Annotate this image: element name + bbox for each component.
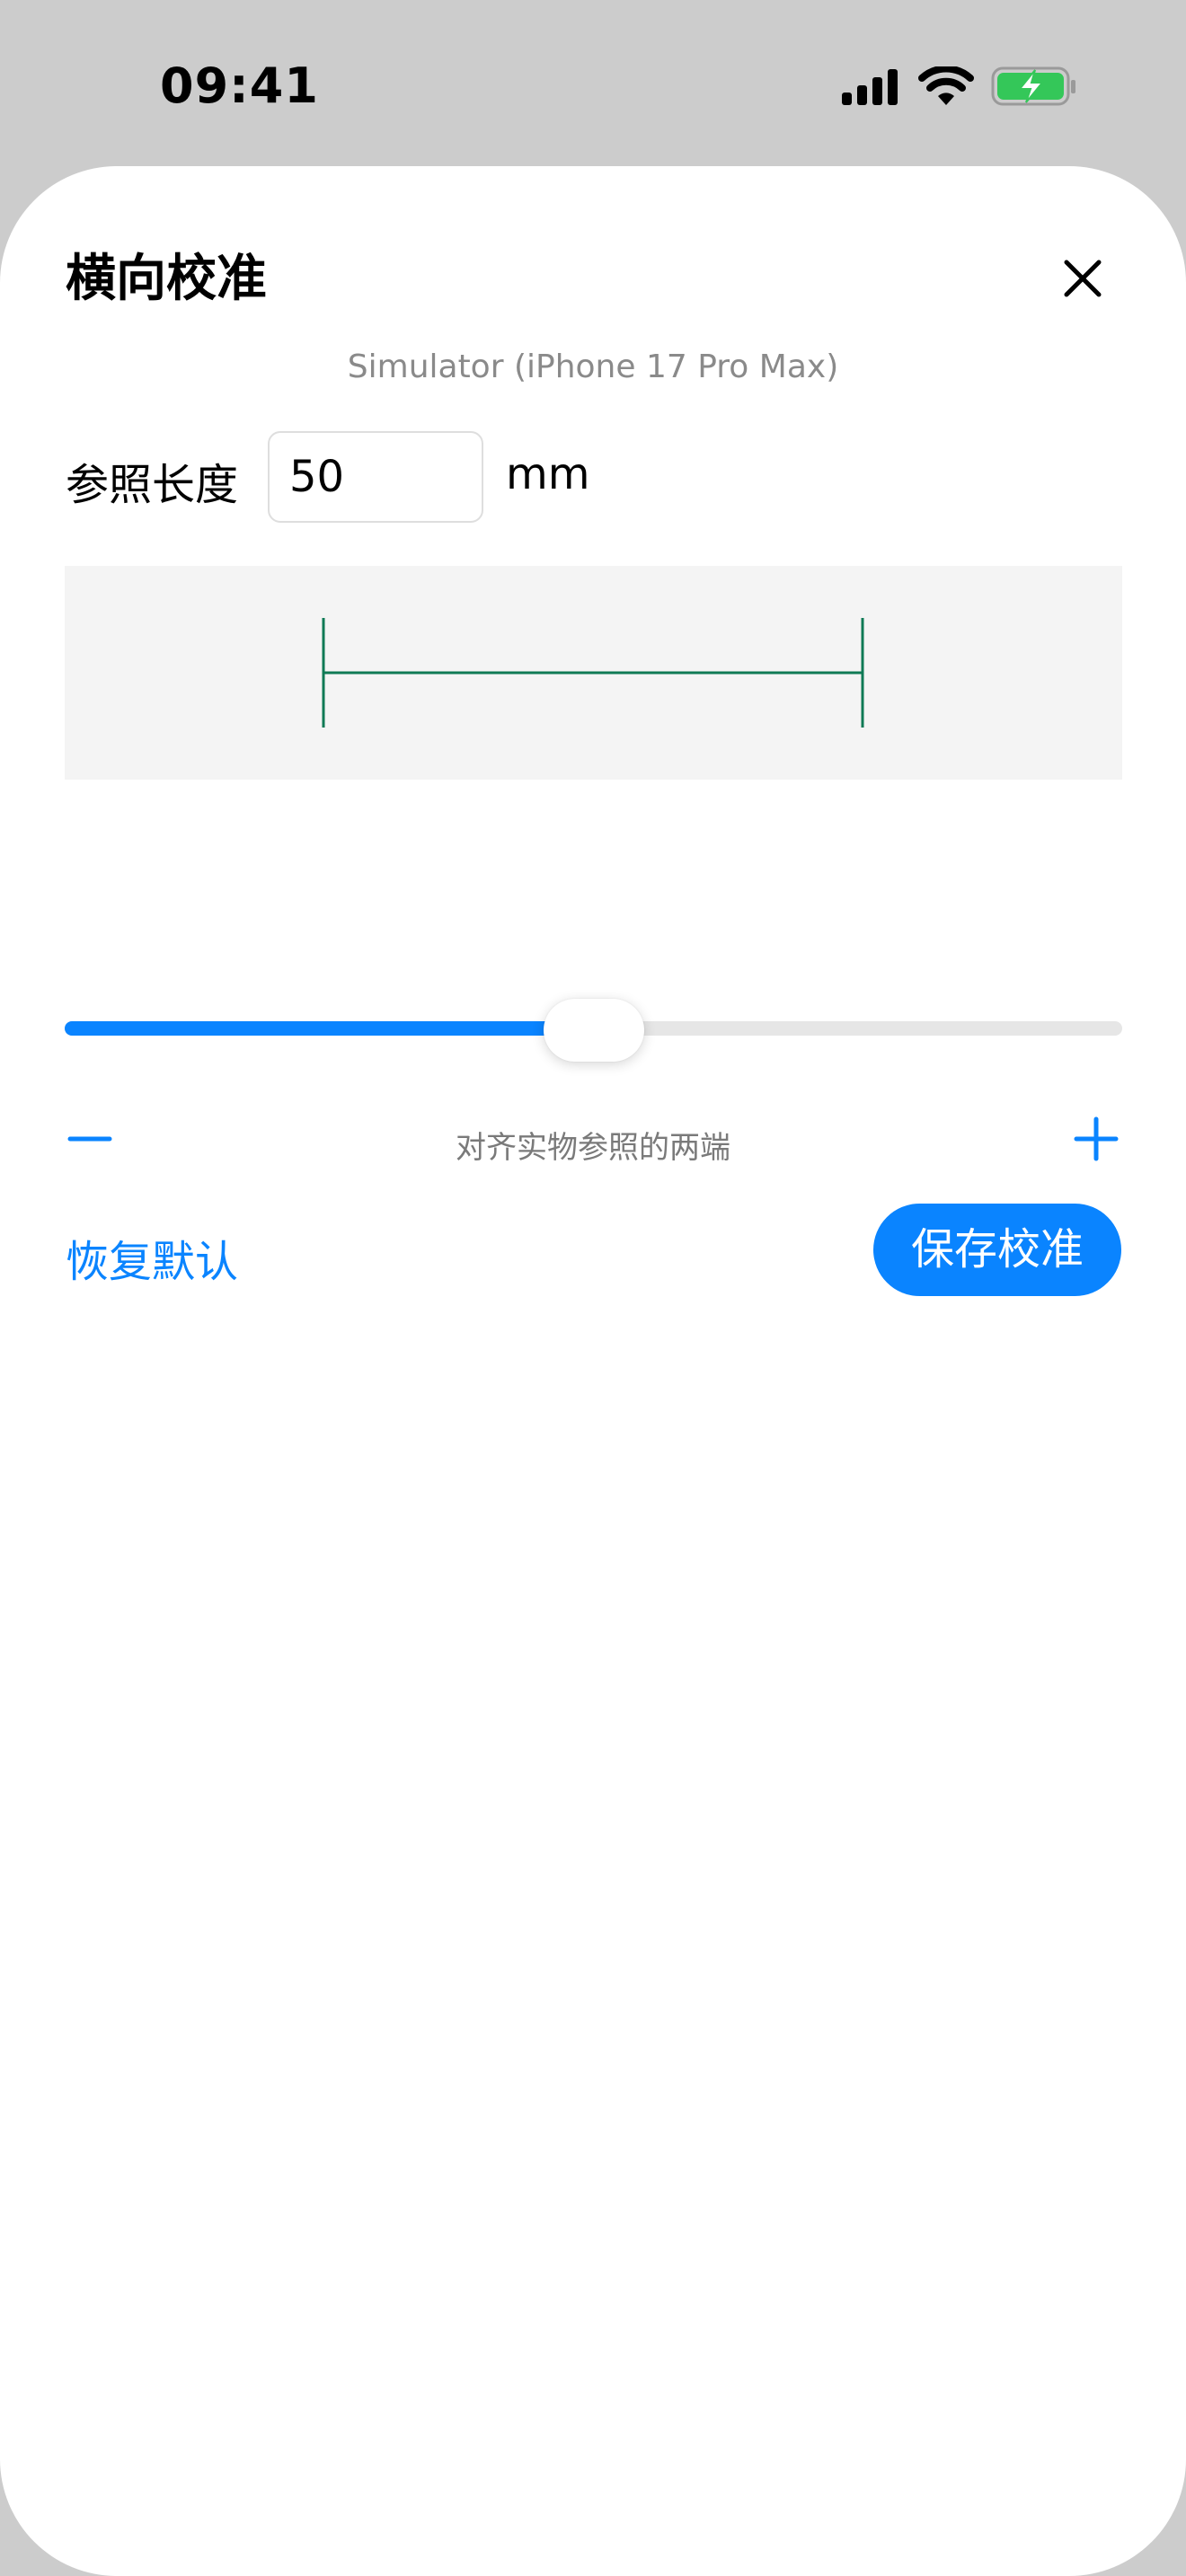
slider-fill <box>65 1021 594 1036</box>
increase-button[interactable] <box>1071 1114 1121 1164</box>
alignment-hint: 对齐实物参照的两端 <box>456 1130 730 1166</box>
wifi-icon <box>918 66 974 105</box>
calibration-sheet: 横向校准 Simulator (iPhone 17 Pro Max) 参照长度 … <box>0 166 1186 2576</box>
status-bar: 09:41 <box>0 0 1186 166</box>
battery-charging-icon <box>991 66 1075 106</box>
reset-default-button[interactable]: 恢复默认 <box>66 1226 238 1289</box>
plus-icon <box>1074 1116 1119 1161</box>
slider-thumb[interactable] <box>544 999 644 1062</box>
ruler-preview <box>65 566 1122 780</box>
close-icon <box>1064 260 1102 297</box>
length-slider[interactable] <box>65 988 1122 1069</box>
save-calibration-button[interactable]: 保存校准 <box>873 1204 1121 1296</box>
close-button[interactable] <box>1047 243 1119 314</box>
device-name: Simulator (iPhone 17 Pro Max) <box>347 348 839 385</box>
reference-unit-label: mm <box>506 449 590 499</box>
ruler-graphic <box>322 618 864 728</box>
status-time: 09:41 <box>160 57 319 114</box>
reference-length-label: 参照长度 <box>66 460 239 510</box>
sheet-title: 横向校准 <box>66 250 267 308</box>
cellular-signal-icon <box>842 69 898 105</box>
status-icons <box>840 65 1078 110</box>
reference-length-input[interactable] <box>268 431 483 523</box>
